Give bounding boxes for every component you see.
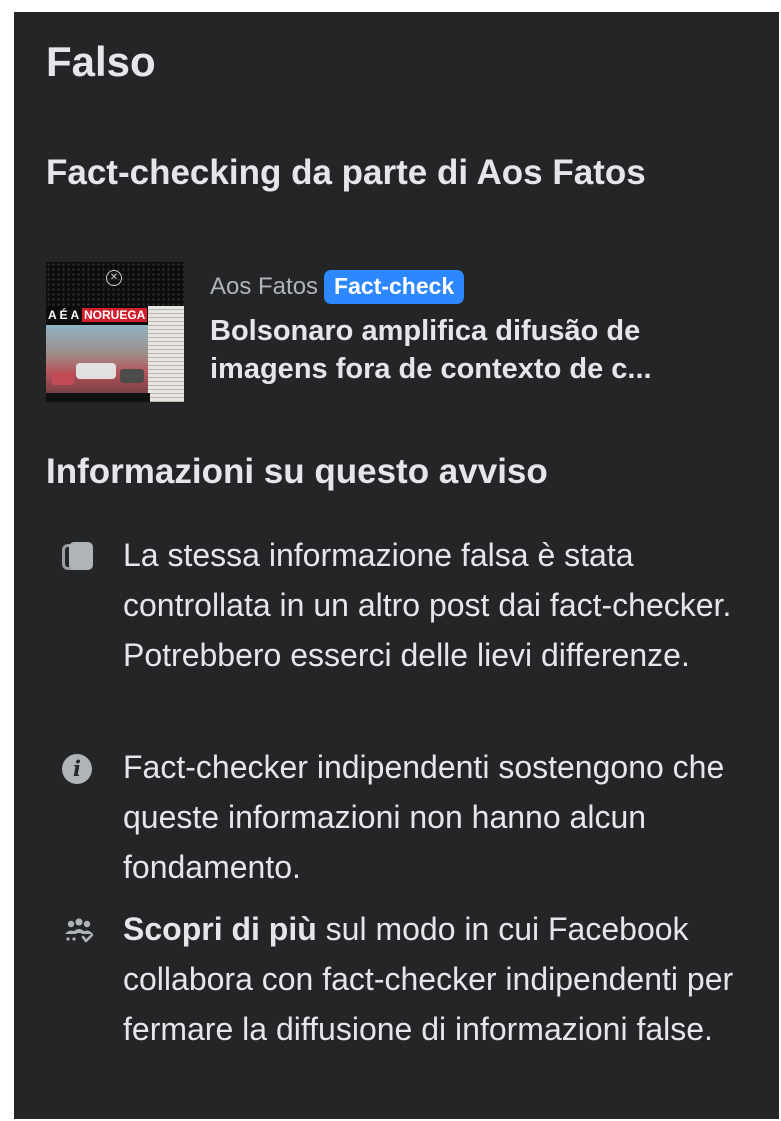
info-icon: i — [62, 754, 94, 786]
learn-more-link[interactable]: Scopri di più — [123, 911, 317, 947]
thumbnail-photo — [46, 325, 148, 402]
thumbnail-document — [148, 306, 184, 402]
rating-label: Falso — [46, 38, 156, 85]
about-item-text: Scopri di più sul modo in cui Facebook c… — [123, 904, 763, 1054]
copy-icon — [62, 542, 94, 574]
people-icon — [62, 918, 94, 950]
thumbnail-headline: A É A NORUEGA — [48, 308, 148, 322]
article-meta: Aos Fatos Fact-check — [210, 270, 465, 306]
article-headline: Bolsonaro amplifica difusão de imagens f… — [210, 315, 652, 385]
fact-check-panel: Falso Fact-checking da parte di Aos Fato… — [14, 12, 779, 1119]
article-source: Aos Fatos — [210, 273, 319, 300]
about-notice-title: Informazioni su questo avviso — [46, 452, 548, 491]
about-item-text: La stessa informazione falsa è stata con… — [123, 537, 732, 673]
fact-check-badge: Fact-check — [324, 270, 465, 304]
fact-check-article-link[interactable]: ✕ A É A NORUEGA Aos Fatos Fact-check Bols… — [46, 262, 746, 402]
about-item-text: Fact-checker indipendenti sostengono che… — [123, 749, 725, 885]
thumbnail-logo-icon: ✕ — [106, 270, 122, 286]
article-thumbnail: ✕ A É A NORUEGA — [46, 262, 184, 402]
fact-check-title: Fact-checking da parte di Aos Fatos — [46, 153, 646, 192]
